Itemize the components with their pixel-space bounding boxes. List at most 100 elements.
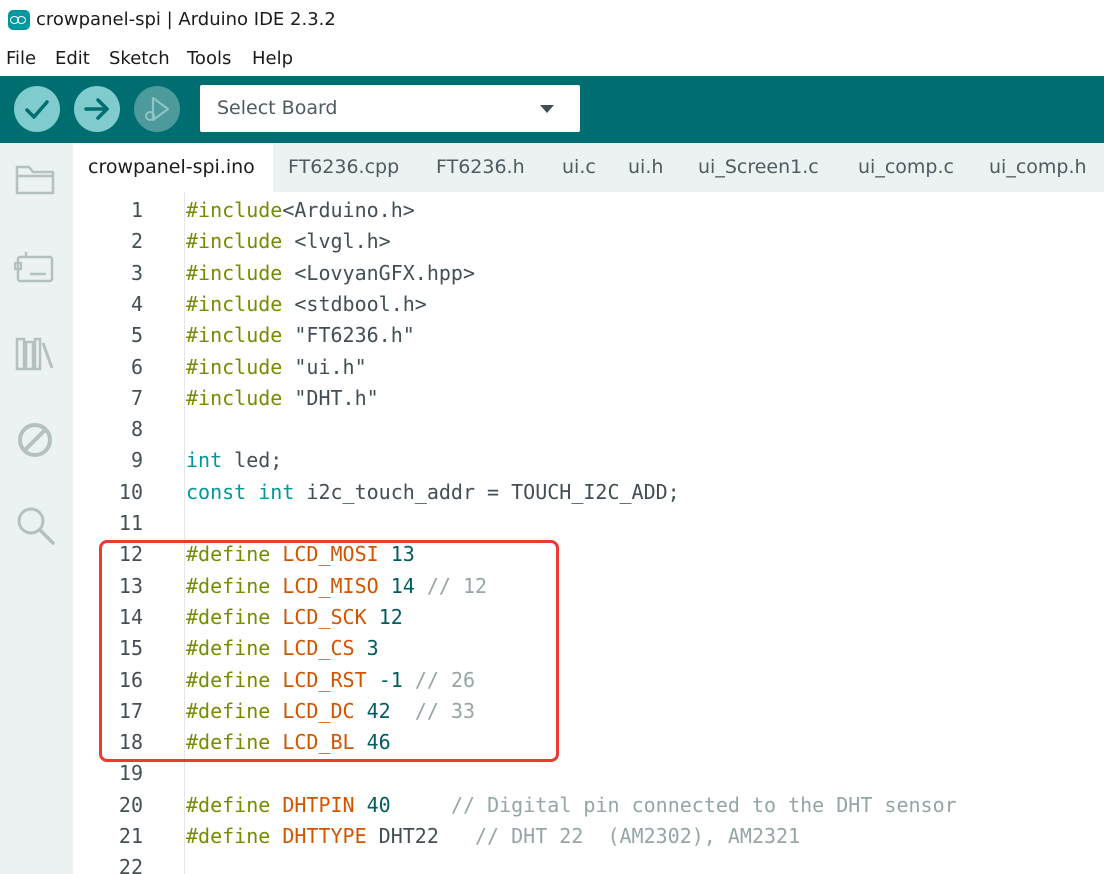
line-number: 8: [130, 417, 143, 442]
code-text: int led;: [186, 445, 282, 476]
debug-button[interactable]: [134, 86, 180, 132]
code-line[interactable]: 3 #include <LovyanGFX.hpp>: [73, 258, 1104, 289]
tab-ui-screen1-c[interactable]: ui_Screen1.c: [683, 143, 843, 192]
upload-button[interactable]: [74, 86, 120, 132]
code-token: led;: [222, 448, 283, 473]
code-text: #define DHTPIN 40 // Digital pin connect…: [186, 790, 957, 821]
line-number: 7: [130, 385, 143, 410]
tab-ft6236-cpp[interactable]: FT6236.cpp: [273, 143, 421, 192]
title-bar: crowpanel-spi | Arduino IDE 2.3.2: [0, 0, 1104, 42]
code-line[interactable]: 1 #include<Arduino.h>: [73, 195, 1104, 226]
line-number: 1: [130, 198, 143, 222]
code-token: DHTTYPE: [282, 824, 367, 848]
line-number: 20: [118, 792, 143, 817]
line-number: 6: [130, 354, 143, 379]
tab-ui-c[interactable]: ui.c: [547, 143, 613, 192]
verify-button[interactable]: [14, 86, 60, 132]
code-token: // DHT 22 (AM2302), AM2321: [475, 824, 801, 848]
code-text: #include "ui.h": [186, 352, 367, 383]
debug-play-icon: [145, 96, 170, 122]
line-number: 19: [118, 761, 143, 786]
menu-tools[interactable]: Tools: [187, 48, 231, 69]
code-token: 40: [366, 792, 391, 817]
code-line[interactable]: 22: [73, 852, 1104, 874]
board-manager-icon[interactable]: [14, 246, 56, 288]
code-token: #include: [186, 198, 283, 222]
code-line[interactable]: 21 #define DHTTYPE DHT22 // DHT 22 (AM230…: [73, 821, 1104, 852]
code-line[interactable]: 2 #include <lvgl.h>: [73, 226, 1104, 257]
editor-tab-bar: crowpanel-spi.ino FT6236.cpp FT6236.h ui…: [73, 143, 1104, 192]
code-text: #define DHTTYPE DHT22 // DHT 22 (AM2302)…: [186, 821, 800, 852]
code-line[interactable]: 19: [73, 758, 1104, 789]
tab-ui-comp-h[interactable]: ui_comp.h: [973, 143, 1104, 192]
tab-ui-comp-c[interactable]: ui_comp.c: [843, 143, 973, 192]
code-token: #define: [186, 792, 271, 817]
code-token: i2c_touch_addr = TOUCH_I2C_ADD;: [294, 479, 680, 504]
code-text: #include<Arduino.h>: [186, 195, 415, 226]
code-token: // Digital pin connected to the DHT sens…: [450, 792, 957, 817]
code-line[interactable]: 7 #include "DHT.h": [73, 383, 1104, 414]
code-line[interactable]: 4 #include <stdbool.h>: [73, 289, 1104, 320]
arduino-logo-icon: [8, 10, 30, 30]
activity-sidebar: [0, 143, 73, 874]
menu-sketch[interactable]: Sketch: [109, 48, 170, 69]
board-select-dropdown[interactable]: Select Board: [200, 85, 580, 132]
code-token: #include: [186, 260, 283, 285]
highlight-annotation-box: [99, 540, 559, 762]
tab-ui-h[interactable]: ui.h: [613, 143, 683, 192]
window-title: crowpanel-spi | Arduino IDE 2.3.2: [36, 9, 336, 30]
line-number: 11: [118, 511, 143, 535]
line-number: 3: [130, 260, 143, 285]
code-token: #include: [186, 229, 283, 254]
code-token: "FT6236.h": [282, 323, 415, 348]
line-number: 9: [130, 448, 143, 473]
code-text: #include <lvgl.h>: [186, 226, 391, 257]
line-number: 22: [118, 855, 143, 874]
code-text: #include "DHT.h": [186, 383, 379, 414]
code-token: const: [186, 479, 247, 504]
line-number: 2: [130, 229, 143, 254]
arrow-right-icon: [84, 98, 109, 120]
line-number: 4: [130, 291, 143, 316]
code-line[interactable]: 20 #define DHTPIN 40 // Digital pin conne…: [73, 790, 1104, 821]
code-token: int: [186, 448, 223, 473]
code-line[interactable]: 5 #include "FT6236.h": [73, 320, 1104, 351]
line-number: 5: [130, 323, 143, 348]
code-editor[interactable]: 1 #include<Arduino.h> 2 #include <lvgl.h> 3 #…: [73, 192, 1104, 874]
code-token: #include: [186, 291, 283, 316]
menu-file[interactable]: File: [6, 48, 36, 69]
code-line[interactable]: 10 const int i2c_touch_addr = TOUCH_I2C_A…: [73, 477, 1104, 508]
code-token: <lvgl.h>: [282, 229, 391, 254]
board-select-label: Select Board: [217, 97, 338, 119]
code-token: DHT22: [366, 824, 476, 848]
code-token: <Arduino.h>: [282, 198, 415, 222]
line-number: 10: [118, 479, 143, 504]
code-text: #include <LovyanGFX.hpp>: [186, 258, 475, 289]
search-icon[interactable]: [14, 504, 56, 546]
no-debug-icon[interactable]: [14, 419, 56, 461]
code-token: #include: [186, 385, 283, 410]
code-token: #include: [186, 354, 283, 379]
tab-ft6236-h[interactable]: FT6236.h: [421, 143, 547, 192]
code-token: <LovyanGFX.hpp>: [282, 260, 475, 285]
code-line[interactable]: 8: [73, 414, 1104, 445]
check-icon: [25, 100, 49, 119]
toolbar: Select Board: [0, 76, 1104, 143]
folder-icon[interactable]: [14, 159, 56, 201]
menu-edit[interactable]: Edit: [55, 48, 90, 69]
tab-crowpanel-spi-ino[interactable]: crowpanel-spi.ino: [73, 143, 273, 192]
code-line[interactable]: 9 int led;: [73, 445, 1104, 476]
code-text: const int i2c_touch_addr = TOUCH_I2C_ADD…: [186, 477, 680, 508]
menu-help[interactable]: Help: [252, 48, 293, 69]
library-icon[interactable]: [14, 333, 56, 375]
code-token: #include: [186, 323, 283, 348]
code-token: "DHT.h": [282, 385, 379, 410]
code-line[interactable]: 6 #include "ui.h": [73, 352, 1104, 383]
code-line[interactable]: 11: [73, 508, 1104, 539]
code-token: <stdbool.h>: [282, 291, 427, 316]
